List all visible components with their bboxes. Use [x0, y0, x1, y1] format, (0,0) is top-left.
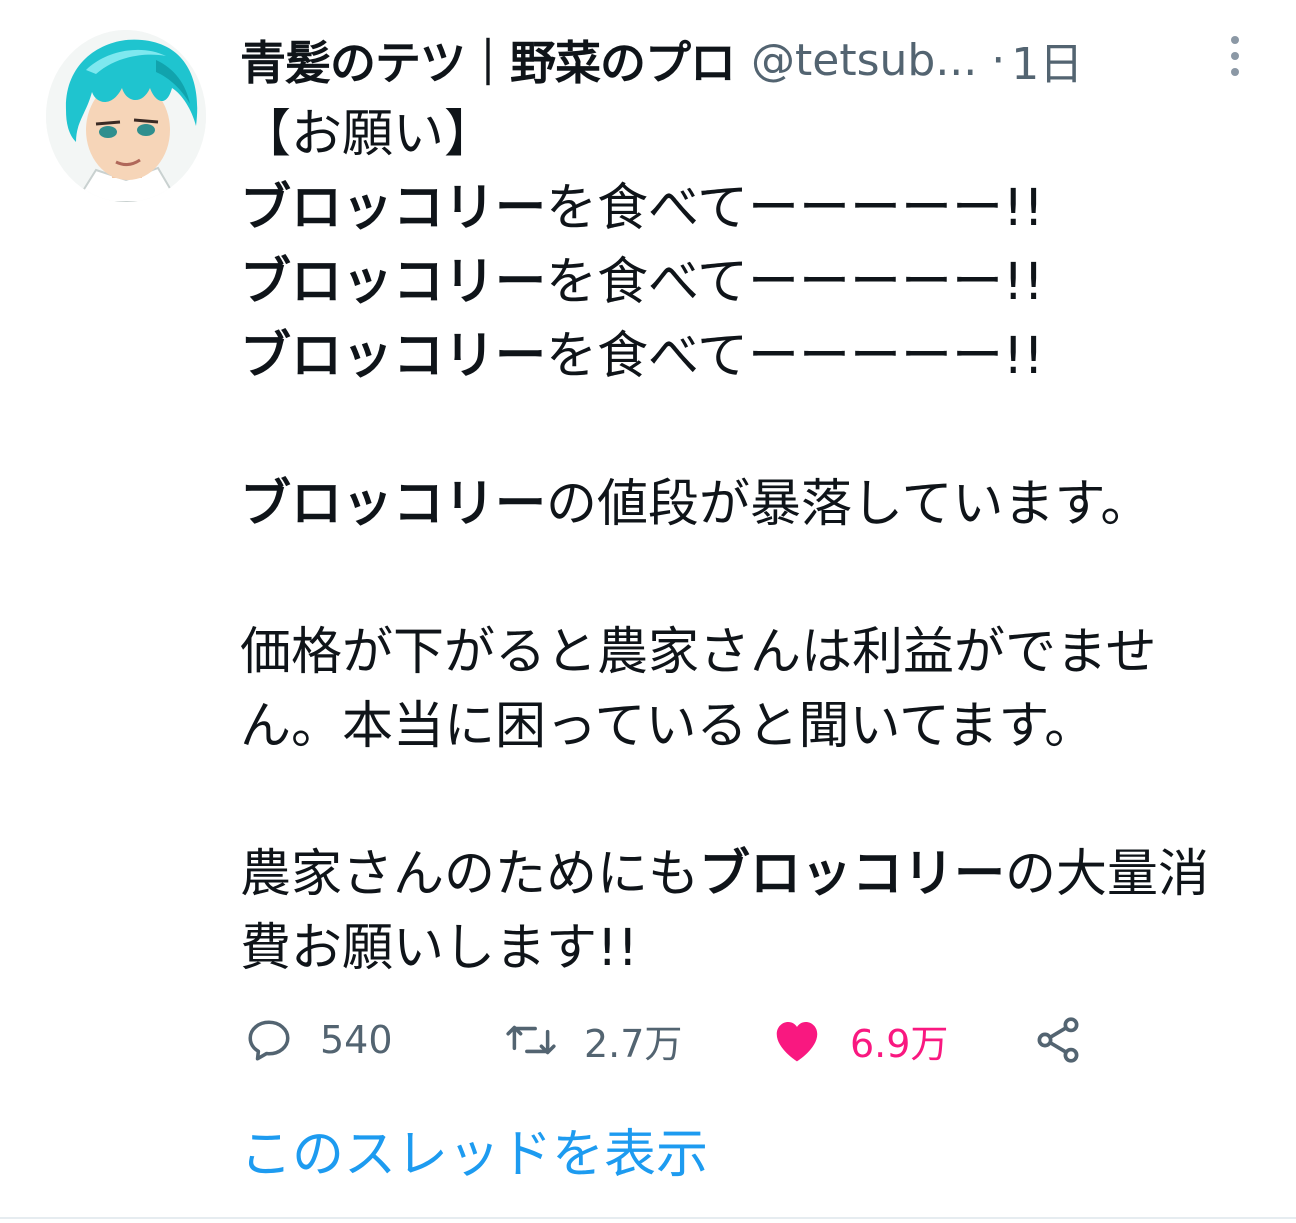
reply-icon: [248, 1020, 290, 1061]
text-segment: の大量消: [1005, 845, 1210, 904]
tweet-line: ブロッコリーを食べてーーーーー!!: [240, 172, 1250, 246]
timestamp[interactable]: 1日: [1011, 28, 1083, 92]
bold-text: ブロッコリー: [699, 845, 1006, 904]
text-segment: 費お願いします!!: [240, 919, 638, 978]
text-segment: を食べてーーーーー!!: [546, 179, 1044, 238]
text-segment: の値段が暴落しています。: [546, 475, 1152, 534]
text-segment: を食べてーーーーー!!: [546, 327, 1044, 386]
tweet-line: 【お願い】: [240, 98, 1250, 172]
tweet-line: ブロッコリーを食べてーーーーー!!: [240, 246, 1250, 320]
user-handle[interactable]: @tetsub...: [751, 35, 977, 86]
divider: [0, 1217, 1296, 1219]
text-segment: 【お願い】: [240, 105, 496, 164]
text-segment: 農家さんのためにも: [240, 845, 700, 904]
avatar-illustration: [46, 30, 206, 202]
retweet-icon: [506, 1025, 556, 1055]
display-name[interactable]: 青髪のテツ｜野菜のプロ: [240, 27, 736, 93]
heart-icon: [776, 1022, 818, 1062]
tweet-header: 青髪のテツ｜野菜のプロ @tetsub... · 1日: [240, 28, 1260, 92]
bold-text: ブロッコリー: [240, 179, 547, 238]
reply-button[interactable]: 540: [244, 1005, 393, 1075]
text-segment: を食べてーーーーー!!: [546, 253, 1044, 312]
tweet-line: 価格が下がると農家さんは利益がでませ: [240, 616, 1250, 690]
more-dot: [1231, 68, 1239, 76]
like-count: 6.9万: [850, 1021, 949, 1066]
more-dot: [1231, 52, 1239, 60]
share-icon: [1037, 1017, 1079, 1063]
more-options-icon[interactable]: [1222, 36, 1248, 76]
separator-dot: ·: [991, 34, 1006, 86]
tweet-line: 費お願いします!!: [240, 912, 1250, 986]
bold-text: ブロッコリー: [240, 475, 547, 534]
show-thread-link[interactable]: このスレッドを表示: [240, 1112, 708, 1187]
more-dot: [1231, 36, 1239, 44]
reply-count: 540: [320, 1018, 393, 1062]
text-segment: ん。本当に困っていると聞いてます。: [240, 697, 1096, 756]
tweet-line: ん。本当に困っていると聞いてます。: [240, 690, 1250, 764]
avatar[interactable]: [46, 30, 206, 202]
text-segment: 価格が下がると農家さんは利益がでませ: [240, 623, 1157, 682]
tweet[interactable]: 青髪のテツ｜野菜のプロ @tetsub... · 1日 【お願い】 ブロッコリーを…: [0, 0, 1296, 1223]
share-button[interactable]: [1032, 1005, 1084, 1075]
action-bar: 540 2.7万 6.9万: [240, 1005, 1140, 1075]
bold-text: ブロッコリー: [240, 253, 547, 312]
tweet-line: 農家さんのためにもブロッコリーの大量消: [240, 838, 1250, 912]
tweet-line: ブロッコリーの値段が暴落しています。: [240, 468, 1250, 542]
retweet-count: 2.7万: [584, 1021, 683, 1066]
like-button[interactable]: 6.9万: [770, 1005, 948, 1075]
tweet-line: ブロッコリーを食べてーーーーー!!: [240, 320, 1250, 394]
bold-text: ブロッコリー: [240, 327, 547, 386]
tweet-text: 【お願い】 ブロッコリーを食べてーーーーー!! ブロッコリーを食べてーーーーー!! ブ…: [240, 98, 1250, 986]
retweet-button[interactable]: 2.7万: [504, 1005, 682, 1075]
